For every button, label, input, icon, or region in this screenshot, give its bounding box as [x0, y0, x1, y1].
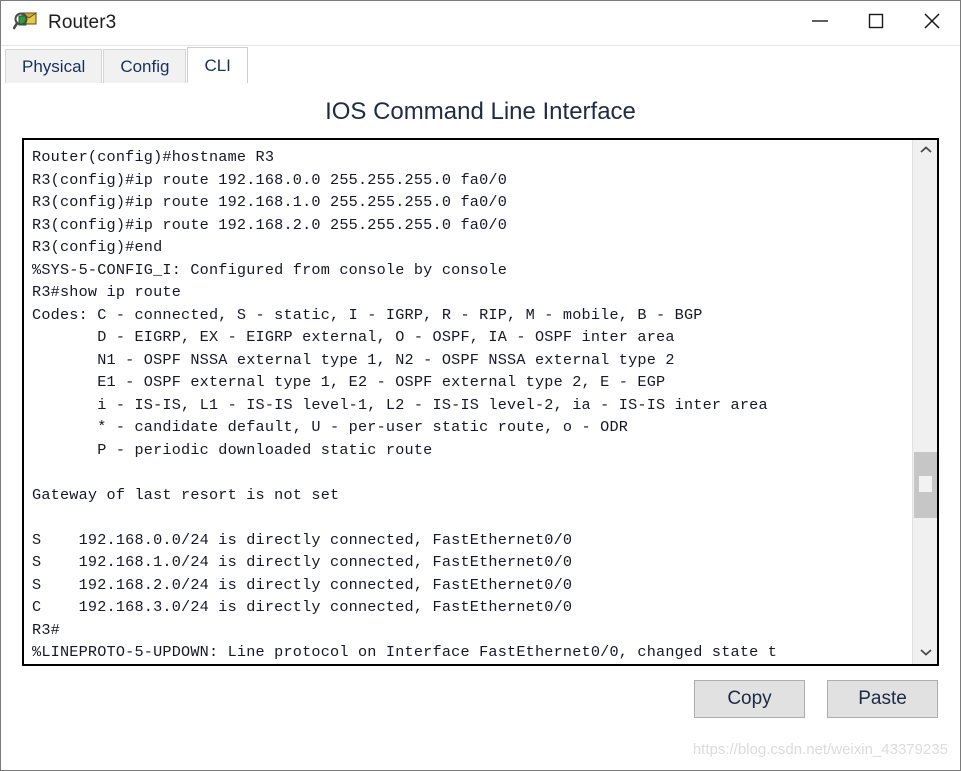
terminal-line: R3(config)#ip route 192.168.2.0 255.255.…: [32, 215, 508, 234]
tab-cli[interactable]: CLI: [187, 47, 248, 83]
cli-panel: IOS Command Line Interface Router(config…: [1, 84, 960, 770]
terminal-line: i - IS-IS, L1 - IS-IS level-1, L2 - IS-I…: [32, 395, 768, 414]
terminal-line: S 192.168.0.0/24 is directly connected, …: [32, 530, 573, 549]
terminal-line: R3(config)#ip route 192.168.0.0 255.255.…: [32, 170, 508, 189]
terminal-output[interactable]: Router(config)#hostname R3 R3(config)#ip …: [24, 140, 912, 664]
scroll-up-button[interactable]: [913, 140, 938, 162]
terminal-line: %SYS-5-CONFIG_I: Configured from console…: [32, 260, 508, 279]
terminal-line: C 192.168.3.0/24 is directly connected, …: [32, 598, 573, 616]
terminal-frame: Router(config)#hostname R3 R3(config)#ip …: [22, 138, 939, 666]
terminal-line: R3(config)#ip route 192.168.1.0 255.255.…: [32, 193, 508, 211]
router-magnifier-icon: [12, 10, 39, 36]
chevron-up-icon: [919, 142, 933, 160]
minimize-icon: [809, 14, 831, 33]
watermark: https://blog.csdn.net/weixin_43379235: [692, 741, 948, 758]
window-title: Router3: [48, 12, 117, 33]
terminal-line: Codes: C - connected, S - static, I - IG…: [32, 305, 703, 324]
terminal-line: Router(config)#hostname R3: [32, 148, 275, 166]
terminal-line: E1 - OSPF external type 1, E2 - OSPF ext…: [32, 373, 666, 391]
tab-strip: Physical Config CLI: [1, 46, 960, 84]
scroll-down-button[interactable]: [913, 642, 938, 664]
title-bar: Router3: [1, 1, 960, 46]
chevron-down-icon: [919, 644, 933, 662]
terminal-line: R3#: [32, 620, 60, 639]
terminal-scrollbar[interactable]: [912, 140, 937, 664]
terminal-line: R3#show ip route: [32, 283, 182, 301]
page-title: IOS Command Line Interface: [325, 98, 636, 125]
window-controls: [792, 1, 960, 45]
tab-config[interactable]: Config: [103, 49, 187, 83]
terminal-line: Gateway of last resort is not set: [32, 485, 340, 504]
terminal-line: S 192.168.1.0/24 is directly connected, …: [32, 553, 573, 571]
tab-physical[interactable]: Physical: [5, 49, 103, 83]
scrollbar-thumb-grip: [919, 476, 932, 492]
terminal-line: R3(config)#end: [32, 238, 163, 256]
scrollbar-thumb[interactable]: [914, 452, 937, 518]
button-bar: Copy Paste: [1, 666, 960, 732]
terminal-line: N1 - OSPF NSSA external type 1, N2 - OSP…: [32, 350, 675, 369]
copy-button[interactable]: Copy: [694, 680, 805, 718]
terminal-line: S 192.168.2.0/24 is directly connected, …: [32, 575, 573, 594]
router-cli-window: Router3 Physical Config CLI IOS Command …: [0, 0, 961, 771]
minimize-button[interactable]: [792, 1, 848, 45]
terminal-line: %LINEPROTO-5-UPDOWN: Line protocol on In…: [32, 643, 778, 661]
close-button[interactable]: [904, 1, 960, 45]
close-icon: [922, 11, 942, 36]
paste-button[interactable]: Paste: [827, 680, 938, 718]
terminal-line: P - periodic downloaded static route: [32, 440, 433, 459]
terminal-line: * - candidate default, U - per-user stat…: [32, 418, 629, 436]
maximize-button[interactable]: [848, 1, 904, 45]
maximize-icon: [867, 12, 885, 35]
terminal-line: D - EIGRP, EX - EIGRP external, O - OSPF…: [32, 328, 675, 346]
